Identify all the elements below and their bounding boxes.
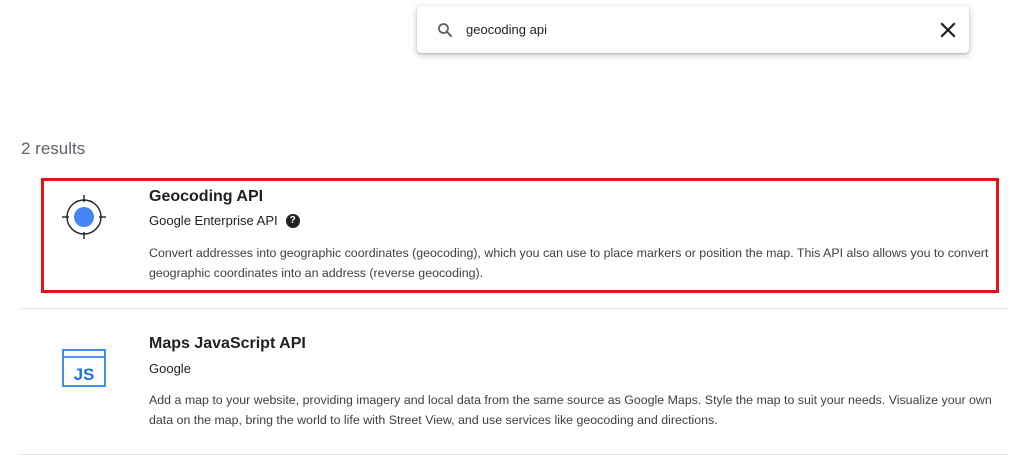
provider-label: Google	[149, 361, 191, 376]
crosshair-target-icon	[62, 195, 106, 239]
help-icon[interactable]: ?	[285, 213, 300, 228]
result-title[interactable]: Geocoding API	[149, 188, 263, 206]
result-provider: Google	[149, 361, 191, 376]
result-description: Add a map to your website, providing ima…	[149, 393, 992, 427]
search-input[interactable]	[466, 18, 906, 40]
clear-search-button[interactable]	[937, 19, 959, 41]
provider-label: Google Enterprise API	[149, 213, 278, 228]
close-icon	[940, 22, 956, 38]
search-icon	[438, 23, 452, 37]
result-title[interactable]: Maps JavaScript API	[149, 335, 306, 353]
search-box[interactable]	[417, 6, 969, 53]
search-results-page: 2 results Geocoding API Google Enterpris…	[0, 0, 1024, 461]
result-provider: Google Enterprise API ?	[149, 213, 300, 228]
result-item-maps-javascript-api[interactable]: JS Maps JavaScript API Google Add a map …	[21, 308, 1008, 455]
js-icon-text: JS	[74, 365, 95, 384]
result-description: Convert addresses into geographic coordi…	[149, 246, 989, 280]
results-count: 2 results	[21, 139, 86, 158]
result-item-geocoding-api[interactable]: Geocoding API Google Enterprise API ? Co…	[21, 176, 1008, 308]
js-window-icon: JS	[62, 349, 106, 387]
